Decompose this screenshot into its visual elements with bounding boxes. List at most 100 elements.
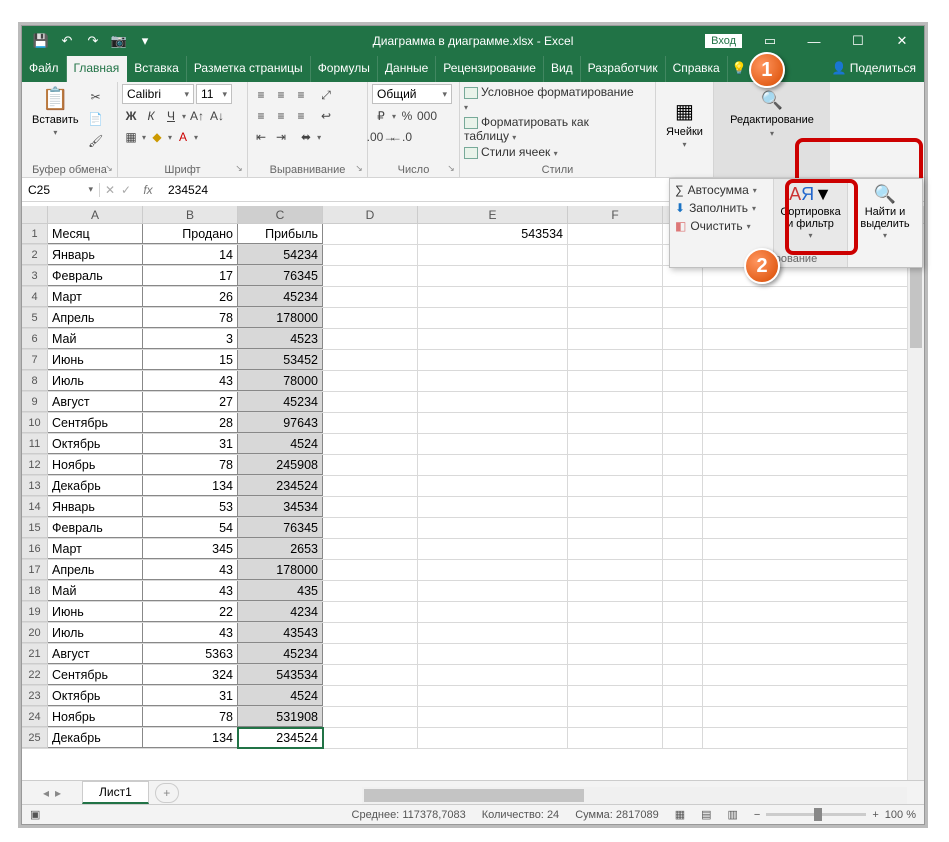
cell[interactable]: 76345	[238, 518, 323, 538]
tab-view[interactable]: Вид	[544, 56, 581, 82]
cell[interactable]	[323, 266, 418, 286]
cell[interactable]: 178000	[238, 308, 323, 328]
underline-icon[interactable]: Ч	[162, 107, 180, 125]
align-top-icon[interactable]: ≡	[252, 86, 270, 104]
orientation-icon[interactable]: ⤢	[317, 86, 335, 104]
cell[interactable]: 324	[143, 665, 238, 685]
cell[interactable]	[323, 602, 418, 622]
cell[interactable]	[568, 623, 663, 643]
conditional-formatting[interactable]: Условное форматирование ▾	[464, 84, 637, 114]
cell[interactable]	[568, 686, 663, 706]
cell[interactable]: Июнь	[48, 602, 143, 622]
borders-icon[interactable]: ▦	[122, 128, 140, 146]
cell[interactable]: Ноябрь	[48, 707, 143, 727]
row-header[interactable]: 25	[22, 728, 48, 748]
clear-button[interactable]: ◧Очистить ▾	[675, 218, 768, 234]
cell[interactable]: Январь	[48, 497, 143, 517]
row-header[interactable]: 20	[22, 623, 48, 643]
cell[interactable]	[418, 602, 568, 622]
cell[interactable]	[568, 602, 663, 622]
tab-home[interactable]: Главная	[67, 56, 128, 82]
sheet-next-icon[interactable]: ▸	[55, 786, 61, 800]
view-pagebreak-icon[interactable]: ▥	[728, 808, 738, 821]
camera-icon[interactable]: 📷	[110, 32, 128, 50]
cell[interactable]: 22	[143, 602, 238, 622]
autosum-button[interactable]: ∑Автосумма ▾	[675, 182, 768, 198]
cell[interactable]: Июнь	[48, 350, 143, 370]
cell[interactable]	[568, 287, 663, 307]
font-size-select[interactable]: 11▾	[196, 84, 232, 104]
cell[interactable]: 14	[143, 245, 238, 265]
cell[interactable]: 53	[143, 497, 238, 517]
decrease-indent-icon[interactable]: ⇤	[252, 128, 270, 146]
cell[interactable]	[663, 434, 703, 454]
cell[interactable]: 245908	[238, 455, 323, 475]
cell[interactable]: 43	[143, 371, 238, 391]
cell[interactable]	[323, 245, 418, 265]
cell[interactable]	[568, 581, 663, 601]
cell[interactable]: Сентябрь	[48, 413, 143, 433]
cell[interactable]	[568, 497, 663, 517]
cell[interactable]: 4524	[238, 434, 323, 454]
cell[interactable]	[568, 539, 663, 559]
cell[interactable]	[323, 371, 418, 391]
cell[interactable]: Февраль	[48, 518, 143, 538]
cell[interactable]	[323, 476, 418, 496]
cell[interactable]	[323, 350, 418, 370]
cell[interactable]: 78	[143, 308, 238, 328]
col-header-B[interactable]: B	[143, 206, 238, 223]
cell[interactable]: 531908	[238, 707, 323, 727]
zoom-level[interactable]: 100 %	[885, 809, 916, 821]
tab-file[interactable]: Файл	[22, 56, 67, 82]
cell[interactable]	[663, 350, 703, 370]
cell[interactable]	[418, 539, 568, 559]
cell[interactable]: 78	[143, 455, 238, 475]
cell[interactable]: Май	[48, 329, 143, 349]
row-header[interactable]: 1	[22, 224, 48, 244]
cell[interactable]	[568, 518, 663, 538]
cell[interactable]: 45234	[238, 644, 323, 664]
cell[interactable]: 4523	[238, 329, 323, 349]
cell[interactable]	[418, 287, 568, 307]
fx-icon[interactable]: fx	[136, 183, 160, 197]
cell[interactable]	[418, 413, 568, 433]
cell[interactable]	[418, 623, 568, 643]
cell[interactable]: 2653	[238, 539, 323, 559]
cell[interactable]: 53452	[238, 350, 323, 370]
cell[interactable]	[663, 539, 703, 559]
row-header[interactable]: 3	[22, 266, 48, 286]
cell[interactable]: Октябрь	[48, 686, 143, 706]
cell[interactable]: 28	[143, 413, 238, 433]
row-header[interactable]: 6	[22, 329, 48, 349]
wrap-text-icon[interactable]: ↩	[317, 107, 335, 125]
cell[interactable]: 27	[143, 392, 238, 412]
row-header[interactable]: 2	[22, 245, 48, 265]
decrease-font-icon[interactable]: A↓	[208, 107, 226, 125]
cell[interactable]: Август	[48, 392, 143, 412]
col-header-C[interactable]: C	[238, 206, 323, 223]
select-all-corner[interactable]	[22, 206, 48, 223]
cell[interactable]: 5363	[143, 644, 238, 664]
row-header[interactable]: 16	[22, 539, 48, 559]
cell[interactable]	[568, 266, 663, 286]
cut-icon[interactable]: ✂	[87, 88, 105, 106]
cell[interactable]	[418, 308, 568, 328]
paste-button[interactable]: 📋 Вставить ▾	[26, 84, 85, 139]
cell[interactable]	[663, 266, 703, 286]
tab-page-layout[interactable]: Разметка страницы	[187, 56, 311, 82]
clipboard-launcher-icon[interactable]: ↘	[103, 163, 115, 175]
cell[interactable]: Октябрь	[48, 434, 143, 454]
cell[interactable]	[418, 266, 568, 286]
cell[interactable]: Апрель	[48, 308, 143, 328]
cell[interactable]	[663, 665, 703, 685]
cell[interactable]	[568, 350, 663, 370]
cell[interactable]	[663, 455, 703, 475]
row-header[interactable]: 10	[22, 413, 48, 433]
row-header[interactable]: 7	[22, 350, 48, 370]
cell[interactable]	[323, 539, 418, 559]
view-normal-icon[interactable]: ▦	[675, 808, 685, 821]
minimize-icon[interactable]: —	[792, 26, 836, 56]
cell[interactable]	[663, 518, 703, 538]
cell[interactable]: 45234	[238, 287, 323, 307]
cell[interactable]: 17	[143, 266, 238, 286]
